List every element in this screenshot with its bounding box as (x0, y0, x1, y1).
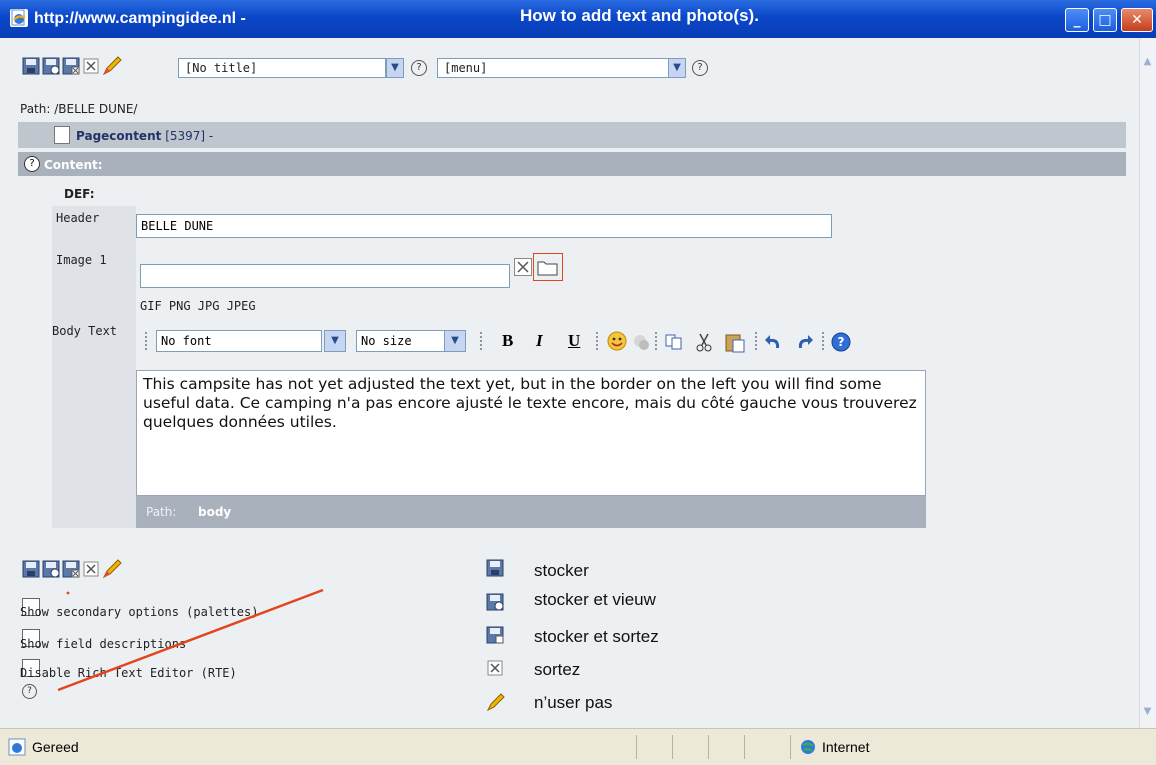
status-divider (672, 735, 673, 759)
ie-page-icon (10, 9, 28, 27)
body-label: Body Text (52, 324, 118, 338)
status-bar: Gereed Internet (0, 728, 1156, 765)
image-types: GIF PNG JPG JPEG (140, 299, 256, 313)
scroll-down-icon[interactable]: ▼ (1141, 706, 1154, 719)
status-divider (790, 735, 791, 759)
rte-path-label: Path: (146, 505, 177, 519)
window-caption: How to add text and photo(s). (520, 6, 759, 25)
menu-help-icon[interactable]: ? (692, 60, 708, 76)
copy-icon[interactable] (664, 332, 684, 356)
legend-save-close-icon (486, 626, 504, 648)
status-divider (636, 735, 637, 759)
legend-close-icon (486, 659, 504, 681)
pagecontent-label: Pagecontent (76, 129, 162, 143)
title-select-arrow-icon[interactable]: ▼ (386, 58, 404, 78)
header-input[interactable]: BELLE DUNE (136, 214, 832, 238)
toolbar-separator (822, 332, 826, 350)
globe-icon (801, 740, 815, 754)
paste-icon[interactable] (724, 331, 746, 357)
legend-close-label: sortez (534, 660, 581, 679)
window-url: http://www.campingidee.nl - (34, 10, 246, 27)
strike-through-annotation (57, 588, 324, 692)
save-icon[interactable] (22, 57, 40, 75)
status-divider (744, 735, 745, 759)
bottom-toolbar (22, 559, 142, 585)
rte-path-value[interactable]: body (198, 505, 231, 519)
scroll-up-icon[interactable]: ▲ (1141, 56, 1154, 69)
legend-save-icon (486, 559, 504, 581)
breadcrumb: Path: /BELLE DUNE/ (20, 102, 138, 116)
status-divider (708, 735, 709, 759)
toolbar-separator (596, 332, 600, 350)
body-text-editor[interactable]: This campsite has not yet adjusted the t… (136, 370, 926, 496)
rte-path-bar: Path: body (136, 496, 926, 528)
legend-save-close-label: stocker et sortez (534, 627, 659, 646)
body-text: This campsite has not yet adjusted the t… (143, 375, 917, 431)
size-select-arrow-icon[interactable]: ▼ (444, 330, 466, 352)
font-select-arrow-icon[interactable]: ▼ (324, 330, 346, 352)
menu-select-arrow-icon[interactable]: ▼ (668, 58, 686, 78)
font-select[interactable]: No font (156, 330, 322, 352)
status-text: Gereed (32, 739, 79, 755)
pencil-icon[interactable] (102, 56, 122, 76)
close-icon[interactable] (83, 561, 99, 577)
rte-help-icon[interactable]: ? (830, 331, 852, 357)
legend-save-view-icon (486, 593, 504, 615)
size-select[interactable]: No size (356, 330, 450, 352)
title-select[interactable]: [No title] (178, 58, 386, 78)
italic-button[interactable]: I (536, 331, 543, 351)
image-browse-folder-icon[interactable] (533, 253, 563, 281)
toolbar-separator (755, 332, 759, 350)
header-label: Header (56, 211, 100, 225)
smiley-icon[interactable] (606, 330, 628, 356)
content-bar (18, 152, 1126, 176)
legend-save-label: stocker (534, 561, 589, 580)
legend-pencil-label: n’user pas (534, 693, 613, 712)
save-view-icon[interactable] (42, 57, 60, 75)
menu-select[interactable]: [menu] (437, 58, 669, 78)
top-toolbar (22, 56, 142, 76)
toolbar-separator (655, 332, 659, 350)
toolbar-separator (480, 332, 484, 350)
title-select-value: [No title] (185, 61, 258, 75)
title-help-icon[interactable]: ? (411, 60, 427, 76)
minimize-button[interactable]: _ (1065, 8, 1089, 32)
window-titlebar[interactable]: http://www.campingidee.nl - How to add t… (0, 0, 1156, 38)
undo-icon[interactable] (764, 332, 784, 356)
legend-pencil-icon (486, 692, 506, 716)
content-help-icon[interactable]: ? (24, 156, 40, 172)
document-icon (54, 126, 70, 144)
underline-button[interactable]: U (568, 331, 580, 351)
pagecontent-id: [5397] - (165, 129, 214, 143)
spellcheck-icon[interactable] (632, 332, 652, 356)
maximize-button[interactable]: □ (1093, 8, 1117, 32)
menu-select-value: [menu] (444, 61, 488, 75)
image-input[interactable] (140, 264, 510, 288)
pagecontent-title[interactable]: Pagecontent [5397] - (76, 129, 213, 143)
toolbar-separator (145, 332, 149, 350)
image-label: Image 1 (56, 253, 107, 267)
image-clear-icon[interactable] (514, 258, 532, 276)
pencil-icon[interactable] (102, 559, 122, 579)
save-close-icon[interactable] (62, 57, 80, 75)
def-label: DEF: (64, 187, 95, 201)
redo-icon[interactable] (794, 332, 814, 356)
svg-text:?: ? (838, 335, 845, 349)
cut-icon[interactable] (694, 332, 714, 356)
close-window-button[interactable]: ✕ (1121, 8, 1153, 32)
vertical-scrollbar[interactable] (1139, 38, 1156, 728)
content-label: Content: (44, 158, 103, 172)
save-close-icon[interactable] (62, 560, 80, 578)
save-view-icon[interactable] (42, 560, 60, 578)
legend-save-view-label: stocker et vieuw (534, 590, 656, 609)
zone-label: Internet (822, 739, 870, 755)
save-icon[interactable] (22, 560, 40, 578)
bold-button[interactable]: B (502, 331, 513, 351)
close-icon[interactable] (83, 58, 99, 74)
ie-status-icon (8, 738, 26, 756)
